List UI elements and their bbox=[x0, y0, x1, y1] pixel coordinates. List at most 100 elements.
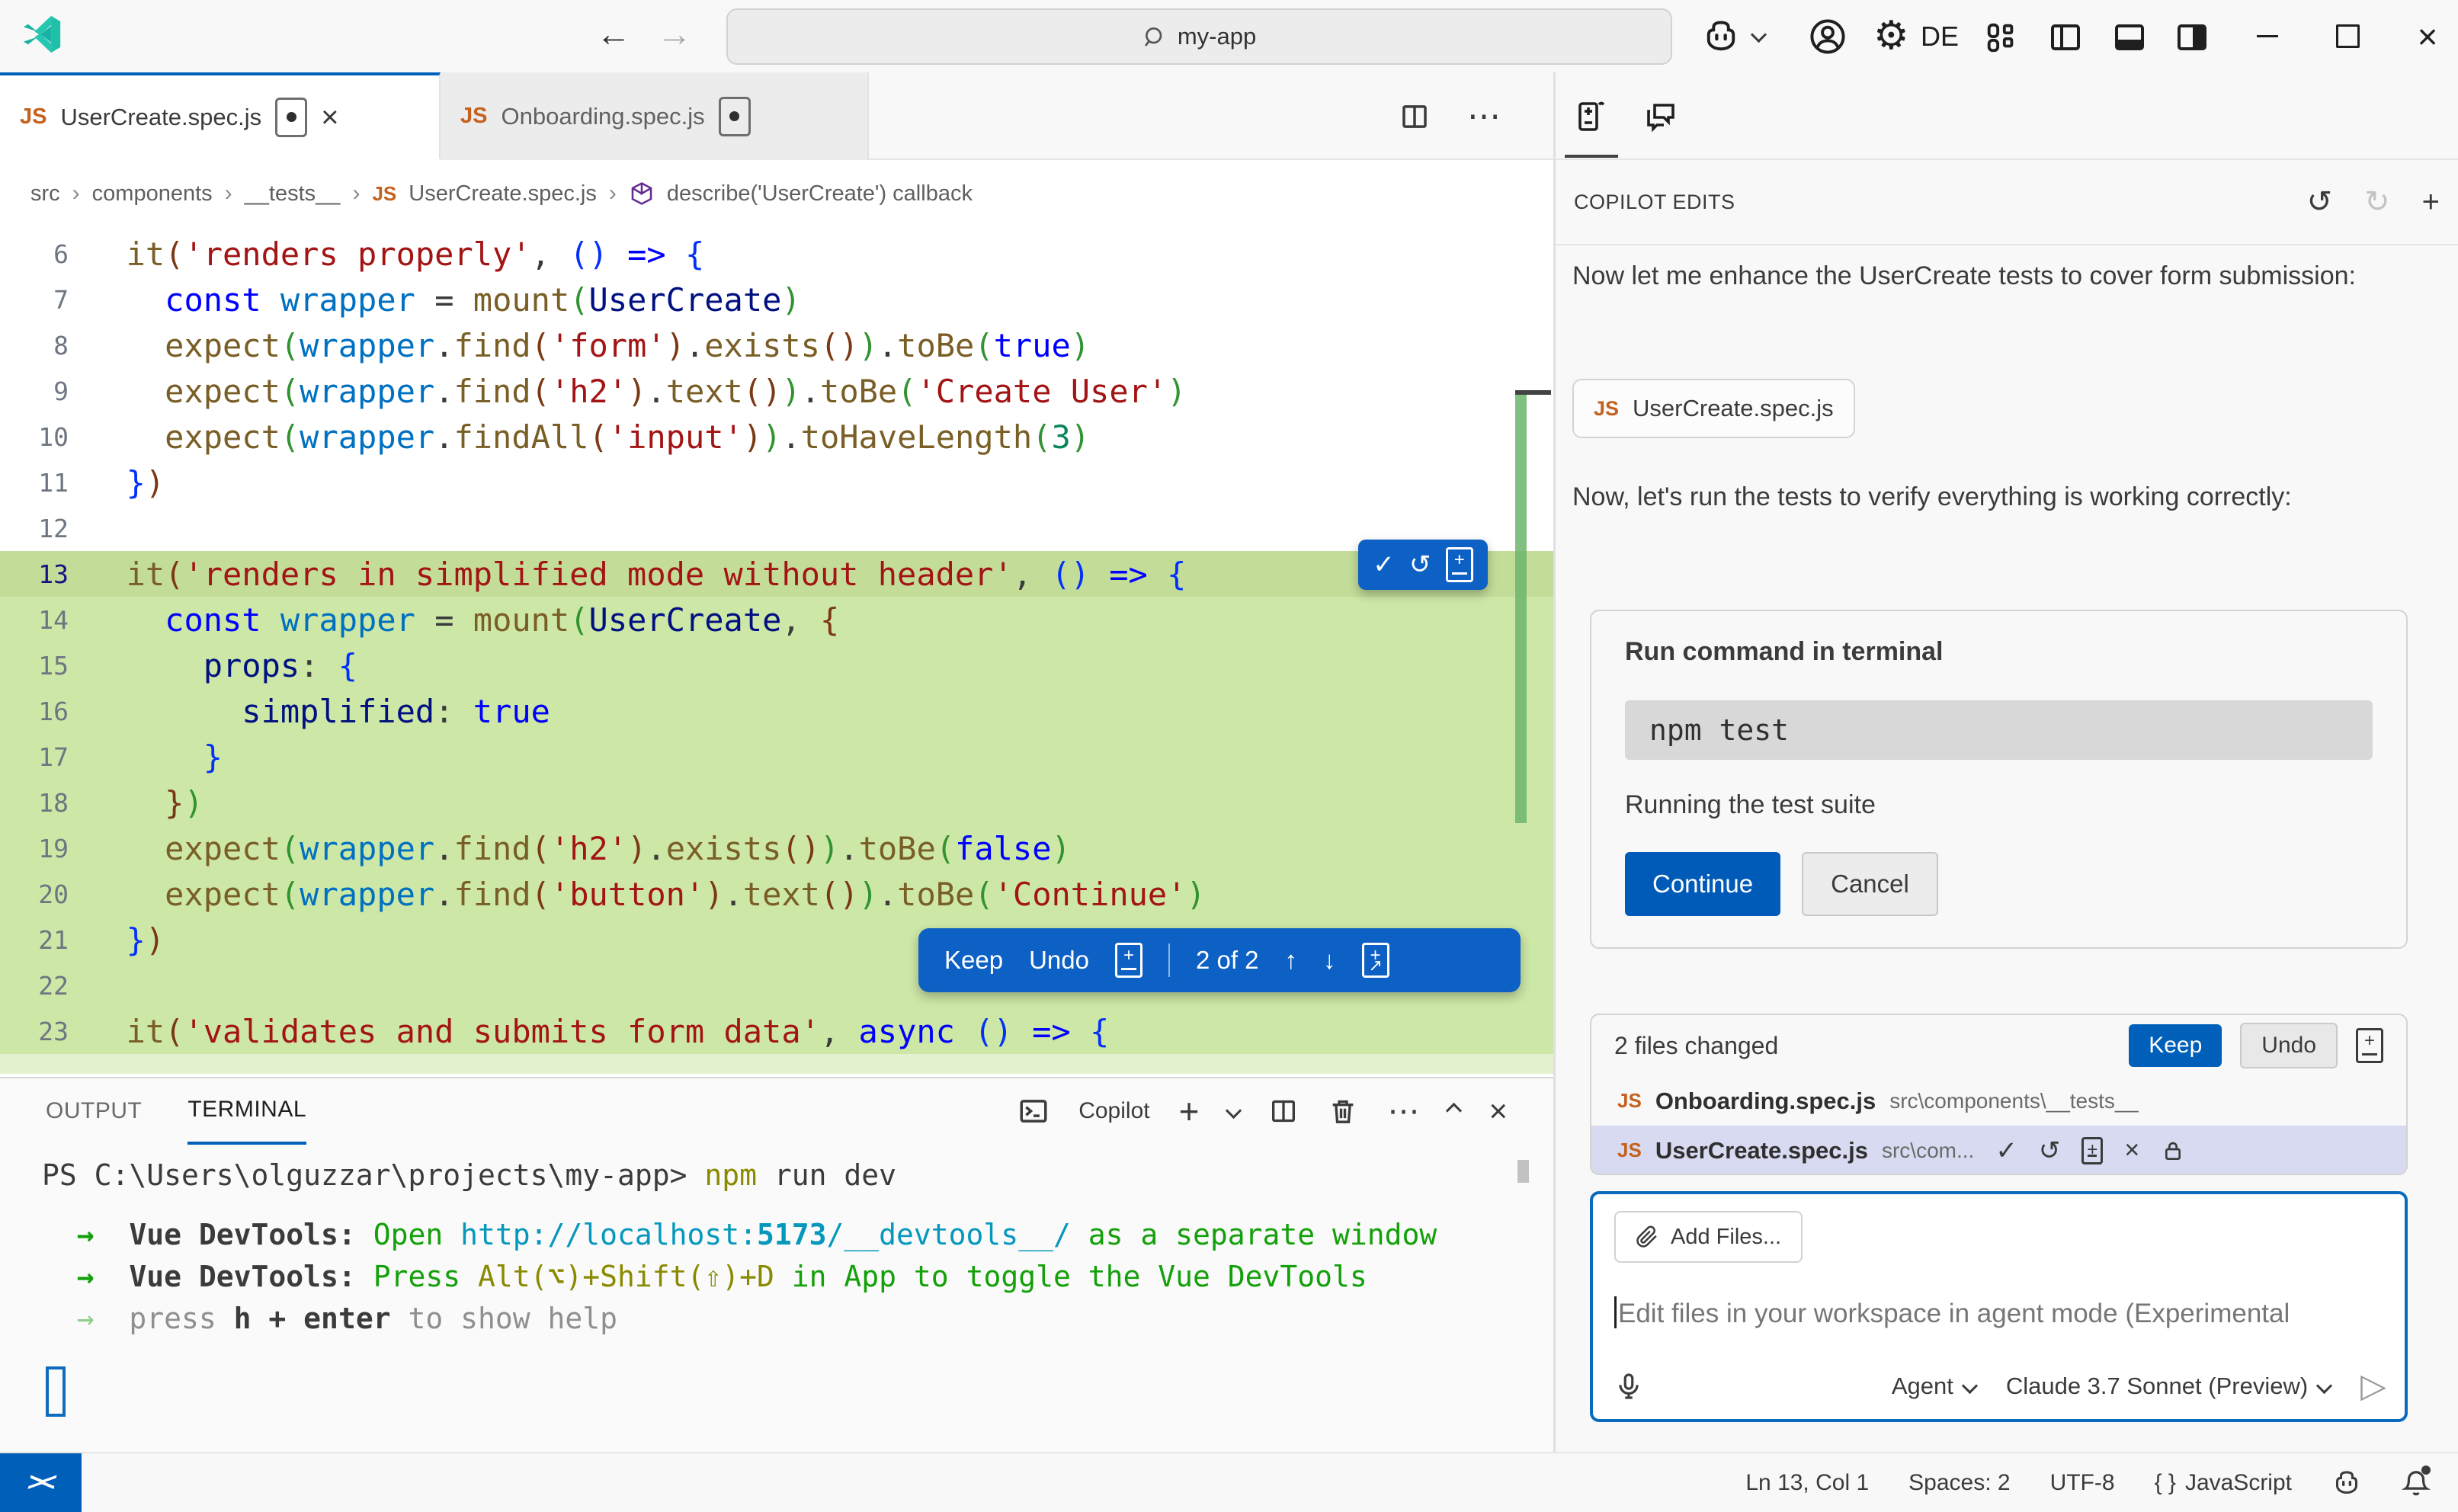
file-chip[interactable]: JS UserCreate.spec.js bbox=[1572, 379, 1855, 438]
microphone-icon[interactable] bbox=[1614, 1372, 1643, 1401]
nav-back-button[interactable]: ← bbox=[591, 6, 636, 61]
breadcrumb-item[interactable]: src bbox=[30, 181, 60, 207]
modified-dot-icon[interactable] bbox=[275, 98, 307, 137]
command-center-search[interactable]: my-app bbox=[726, 8, 1672, 65]
line-number: 17 bbox=[0, 742, 69, 772]
terminal-line: → press h + enter to show help bbox=[42, 1298, 1437, 1340]
split-terminal-icon[interactable] bbox=[1268, 1096, 1299, 1126]
view-file-diff-icon[interactable] bbox=[2081, 1137, 2103, 1164]
toggle-secondary-sidebar-icon[interactable] bbox=[2174, 19, 2210, 56]
changed-file-row[interactable]: JSUserCreate.spec.jssrc\com...✓↺× bbox=[1591, 1126, 2406, 1175]
redo-icon[interactable]: ↻ bbox=[2364, 184, 2390, 219]
copilot-icon[interactable] bbox=[1701, 17, 1741, 56]
copilot-menu-chevron-icon[interactable] bbox=[1751, 27, 1767, 43]
window-maximize-button[interactable] bbox=[2321, 0, 2374, 72]
chat-placeholder[interactable]: Edit files in your workspace in agent mo… bbox=[1614, 1296, 2380, 1329]
more-actions-icon[interactable]: ⋯ bbox=[1467, 97, 1501, 136]
terminal-scrollbar-thumb[interactable] bbox=[1517, 1160, 1529, 1183]
breadcrumb-item[interactable]: components bbox=[92, 181, 213, 207]
continue-button[interactable]: Continue bbox=[1625, 852, 1780, 916]
cursor-position[interactable]: Ln 13, Col 1 bbox=[1745, 1470, 1869, 1496]
mode-dropdown[interactable]: Agent bbox=[1892, 1373, 1976, 1400]
view-diff-icon[interactable] bbox=[1115, 943, 1142, 978]
keep-file-icon[interactable]: ✓ bbox=[1995, 1136, 2017, 1166]
panel-tab-terminal[interactable]: TERMINAL bbox=[187, 1077, 306, 1145]
undo-edit-icon[interactable]: ↺ bbox=[1409, 549, 1431, 580]
changed-file-row[interactable]: JSOnboarding.spec.jssrc\components\__tes… bbox=[1591, 1076, 2406, 1126]
window-minimize-button[interactable] bbox=[2241, 0, 2294, 72]
notifications-bell-icon[interactable] bbox=[2402, 1469, 2431, 1498]
view-all-diffs-icon[interactable] bbox=[2356, 1028, 2383, 1063]
undo-button[interactable]: Undo bbox=[1029, 946, 1089, 975]
code-line[interactable]: 17 } bbox=[0, 734, 1553, 780]
breadcrumb-item[interactable]: UserCreate.spec.js bbox=[409, 181, 597, 207]
toggle-panel-icon[interactable] bbox=[2111, 19, 2148, 56]
remove-file-icon[interactable]: × bbox=[2124, 1136, 2139, 1165]
indentation[interactable]: Spaces: 2 bbox=[1908, 1470, 2010, 1496]
settings-gear-icon[interactable]: ⚙ bbox=[1873, 0, 1909, 72]
code-line[interactable]: 19 expect(wrapper.find('h2').exists()).t… bbox=[0, 825, 1553, 871]
code-line[interactable]: 16 simplified: true bbox=[0, 688, 1553, 734]
cancel-button[interactable]: Cancel bbox=[1802, 852, 1938, 916]
terminal-output[interactable]: PS C:\Users\olguzzar\projects\my-app> np… bbox=[42, 1155, 1437, 1340]
keep-all-button[interactable]: Keep bbox=[2129, 1024, 2222, 1067]
breadcrumb-item[interactable]: __tests__ bbox=[245, 181, 341, 207]
code-line[interactable]: 14 const wrapper = mount(UserCreate, { bbox=[0, 597, 1553, 642]
toggle-sidebar-icon[interactable] bbox=[2047, 19, 2084, 56]
panel-more-icon[interactable]: ⋯ bbox=[1387, 1092, 1419, 1129]
tab-onboarding-spec[interactable]: JS Onboarding.spec.js bbox=[441, 72, 869, 160]
maximize-panel-icon[interactable] bbox=[1446, 1103, 1462, 1119]
panel-tab-output[interactable]: OUTPUT bbox=[46, 1078, 142, 1143]
accept-edit-icon[interactable]: ✓ bbox=[1373, 549, 1395, 580]
new-terminal-icon[interactable]: + bbox=[1179, 1091, 1200, 1132]
previous-change-icon[interactable]: ↑ bbox=[1285, 946, 1298, 975]
kill-terminal-trash-icon[interactable] bbox=[1328, 1096, 1358, 1126]
terminal-name-label[interactable]: Copilot bbox=[1078, 1098, 1149, 1124]
view-diff-icon[interactable] bbox=[1446, 547, 1473, 582]
breadcrumb-item[interactable]: describe('UserCreate') callback bbox=[667, 181, 973, 207]
code-line[interactable]: 7 const wrapper = mount(UserCreate) bbox=[0, 277, 1553, 322]
keep-button[interactable]: Keep bbox=[944, 946, 1003, 975]
code-line[interactable]: 8 expect(wrapper.find('form').exists()).… bbox=[0, 322, 1553, 368]
chat-input-box[interactable]: Add Files... Edit files in your workspac… bbox=[1590, 1191, 2408, 1422]
language-mode[interactable]: { } JavaScript bbox=[2155, 1470, 2292, 1496]
chat-view-icon[interactable] bbox=[1642, 98, 1679, 134]
next-change-icon[interactable]: ↓ bbox=[1323, 946, 1336, 975]
code-line[interactable]: 23 it('validates and submits form data',… bbox=[0, 1008, 1553, 1054]
code-line[interactable]: 15 props: { bbox=[0, 642, 1553, 688]
modified-dot-icon[interactable] bbox=[719, 97, 751, 136]
send-icon[interactable]: ▷ bbox=[2360, 1366, 2386, 1405]
tab-close-icon[interactable]: × bbox=[321, 102, 338, 133]
code-line[interactable]: 13 it('renders in simplified mode withou… bbox=[0, 551, 1553, 597]
code-line[interactable]: 18 }) bbox=[0, 780, 1553, 825]
bottom-panel: OUTPUT TERMINAL Copilot + bbox=[0, 1077, 1553, 1452]
customize-layout-icon[interactable] bbox=[1983, 20, 2018, 55]
code-line[interactable]: 6 it('renders properly', () => { bbox=[0, 231, 1553, 277]
account-icon[interactable] bbox=[1808, 17, 1848, 56]
code-line[interactable]: 12 bbox=[0, 505, 1553, 551]
close-panel-icon[interactable]: × bbox=[1489, 1093, 1508, 1129]
code-line[interactable]: 10 expect(wrapper.findAll('input')).toHa… bbox=[0, 414, 1553, 460]
split-editor-icon[interactable] bbox=[1399, 101, 1431, 133]
add-files-button[interactable]: Add Files... bbox=[1614, 1211, 1803, 1263]
profile-badge[interactable]: DE bbox=[1921, 0, 1959, 72]
remote-indicator[interactable]: >< bbox=[0, 1453, 82, 1512]
undo-file-icon[interactable]: ↺ bbox=[2039, 1136, 2061, 1166]
code-editor[interactable]: 6 it('renders properly', () => {7 const … bbox=[0, 227, 1553, 1077]
new-session-icon[interactable]: + bbox=[2422, 185, 2440, 219]
nav-forward-button[interactable]: → bbox=[652, 6, 697, 61]
lock-file-icon[interactable] bbox=[2161, 1139, 2185, 1163]
code-line[interactable]: 9 expect(wrapper.find('h2').text()).toBe… bbox=[0, 368, 1553, 414]
terminal-profile-chevron-icon[interactable] bbox=[1226, 1103, 1242, 1119]
code-line[interactable]: 20 expect(wrapper.find('button').text())… bbox=[0, 871, 1553, 917]
copilot-status-icon[interactable] bbox=[2331, 1468, 2362, 1498]
open-changes-icon[interactable] bbox=[1362, 943, 1389, 978]
tab-usercreate-spec[interactable]: JS UserCreate.spec.js × bbox=[0, 72, 441, 160]
code-line[interactable]: 11 }) bbox=[0, 460, 1553, 505]
encoding[interactable]: UTF-8 bbox=[2050, 1470, 2115, 1496]
undo-icon[interactable]: ↺ bbox=[2307, 184, 2333, 219]
undo-all-button[interactable]: Undo bbox=[2240, 1023, 2338, 1068]
model-dropdown[interactable]: Claude 3.7 Sonnet (Preview) bbox=[2006, 1373, 2330, 1400]
copilot-edits-view-icon[interactable] bbox=[1572, 98, 1609, 134]
window-close-button[interactable]: × bbox=[2401, 0, 2454, 72]
